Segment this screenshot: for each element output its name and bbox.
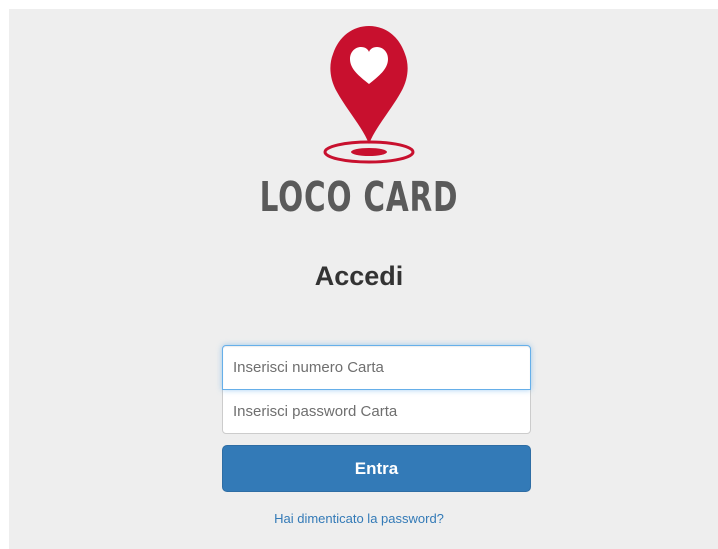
login-button[interactable]: Entra: [222, 445, 531, 492]
forgot-password-container: Hai dimenticato la password?: [0, 511, 718, 526]
logo: LOCO CARD: [0, 0, 718, 240]
card-number-input[interactable]: [222, 345, 531, 390]
logo-text: LOCO CARD: [259, 173, 459, 221]
password-input[interactable]: [222, 389, 531, 434]
map-pin-heart-icon: [323, 26, 415, 164]
login-form: Entra: [222, 345, 531, 492]
page-title: Accedi: [314, 261, 404, 291]
forgot-password-link[interactable]: Hai dimenticato la password?: [274, 511, 444, 526]
